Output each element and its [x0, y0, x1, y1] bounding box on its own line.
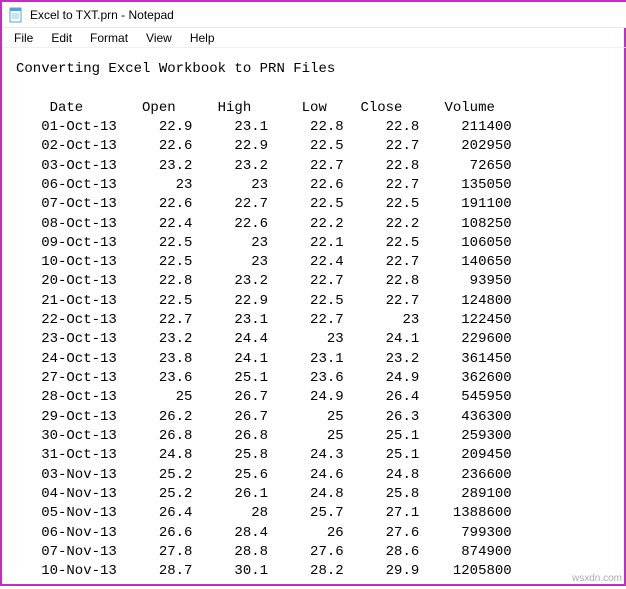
menubar: File Edit Format View Help	[2, 28, 626, 48]
menu-edit[interactable]: Edit	[43, 29, 80, 47]
window-title: Excel to TXT.prn - Notepad	[30, 8, 174, 22]
menu-view[interactable]: View	[138, 29, 180, 47]
titlebar: Excel to TXT.prn - Notepad	[2, 2, 626, 28]
watermark: wsxdn.com	[572, 573, 622, 584]
menu-help[interactable]: Help	[182, 29, 223, 47]
notepad-icon	[8, 7, 24, 23]
menu-format[interactable]: Format	[82, 29, 136, 47]
menu-file[interactable]: File	[6, 29, 41, 47]
text-area[interactable]: Converting Excel Workbook to PRN Files D…	[2, 48, 626, 589]
